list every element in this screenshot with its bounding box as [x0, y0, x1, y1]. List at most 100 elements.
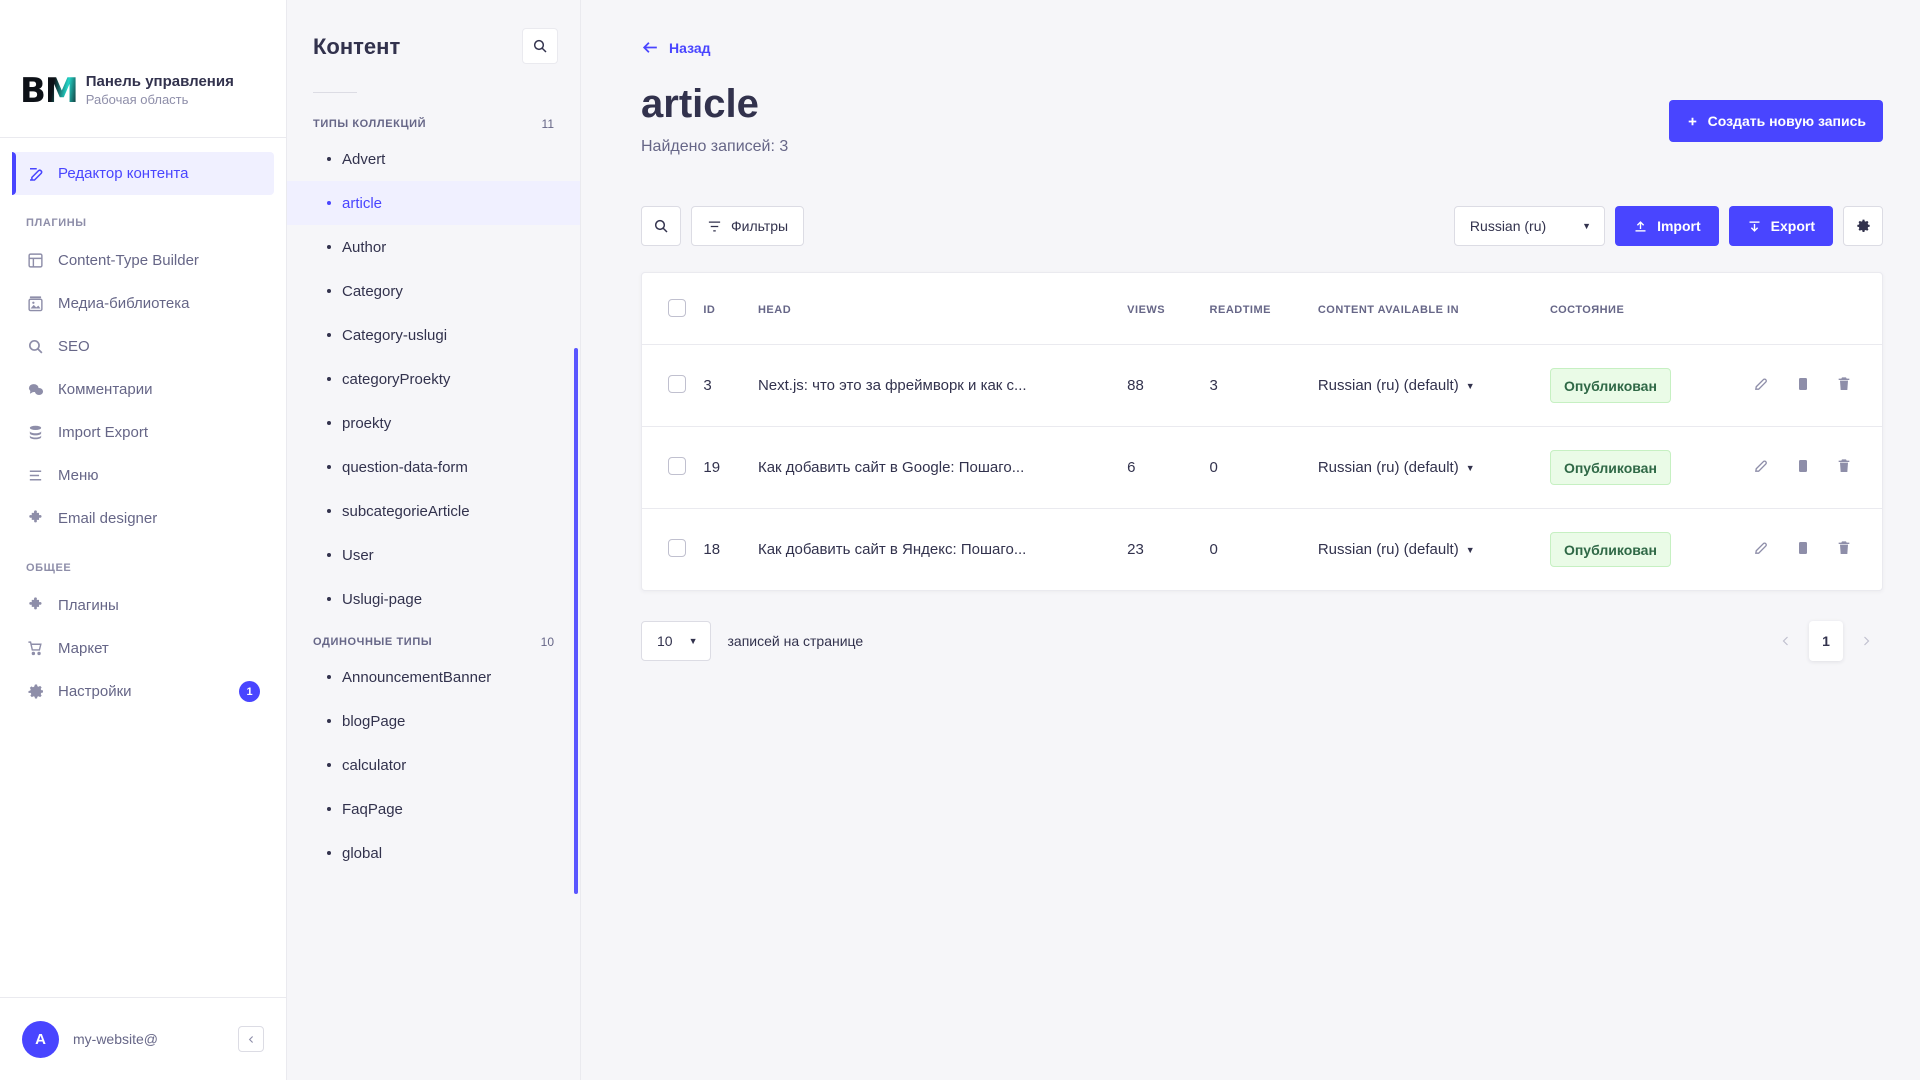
avatar: A [22, 1020, 59, 1058]
row-action-group [1753, 375, 1852, 392]
page-number-1[interactable]: 1 [1809, 621, 1843, 661]
filters-button[interactable]: Фильтры [691, 206, 805, 246]
edit-icon[interactable] [1753, 457, 1770, 474]
toolbar-right-group: Russian (ru) ▼ Import Export [1453, 206, 1883, 246]
brand-header[interactable]: BM Панель управления Рабочая область [0, 0, 286, 138]
collection-item-proekty[interactable]: proekty [287, 401, 580, 445]
delete-icon[interactable] [1836, 540, 1852, 556]
create-new-entry-button[interactable]: Создать новую запись [1668, 100, 1883, 142]
sidebar-item-content-type-builder[interactable]: Content-Type Builder [12, 239, 274, 282]
sidebar-item-label: Import Export [58, 424, 149, 441]
single-item-faqpage[interactable]: FaqPage [287, 787, 580, 831]
duplicate-icon[interactable] [1795, 458, 1811, 474]
back-link[interactable]: Назад [618, 0, 711, 57]
single-item-label: calculator [342, 756, 407, 774]
sidebar-item-seo[interactable]: SEO [12, 325, 274, 368]
import-button[interactable]: Import [1615, 206, 1719, 246]
cell-head: Как добавить сайт в Яндекс: Пошаго... [758, 509, 1127, 591]
cell-actions [1753, 344, 1882, 427]
collection-item-label: question-data-form [342, 458, 468, 476]
collection-item-label: article [342, 194, 383, 212]
plus-icon [1686, 115, 1699, 128]
column-header-readtime[interactable]: READTIME [1209, 273, 1318, 345]
back-label: Назад [669, 39, 711, 56]
search-button[interactable] [641, 206, 681, 246]
head-text: Как добавить сайт в Google: Пошаго... [757, 459, 1025, 476]
sidebar-item-settings[interactable]: Настройки 1 [12, 670, 274, 713]
available-locales-dropdown[interactable]: Russian (ru) (default) ▼ [1318, 377, 1475, 394]
column-header-id[interactable]: ID [703, 273, 758, 345]
single-item-label: blogPage [342, 712, 406, 730]
single-item-announcementbanner[interactable]: AnnouncementBanner [287, 655, 580, 699]
table-row[interactable]: 18 Как добавить сайт в Яндекс: Пошаго...… [642, 509, 1882, 591]
available-locales-value: Russian (ru) (default) [1317, 541, 1459, 558]
collection-item-user[interactable]: User [287, 533, 580, 577]
duplicate-icon[interactable] [1795, 540, 1811, 556]
cell-views: 88 [1127, 344, 1210, 427]
chevron-down-icon: ▼ [1582, 221, 1592, 231]
sidebar-item-content-editor[interactable]: Редактор контента [12, 152, 274, 195]
arrow-left-icon [641, 38, 660, 57]
row-checkbox[interactable] [668, 374, 686, 393]
table-settings-button[interactable] [1843, 206, 1883, 246]
user-name: my-website@ [73, 1031, 159, 1047]
collection-item-category[interactable]: Category [287, 269, 580, 313]
table-row[interactable]: 19 Как добавить сайт в Google: Пошаго...… [642, 426, 1882, 509]
select-all-checkbox[interactable] [668, 299, 686, 317]
locale-select[interactable]: Russian (ru) ▼ [1453, 206, 1606, 246]
bullet-icon [327, 157, 331, 161]
collection-item-advert[interactable]: Advert [287, 137, 580, 181]
export-button[interactable]: Export [1728, 206, 1833, 246]
sidebar-item-plugins[interactable]: Плагины [12, 584, 274, 627]
column-header-views[interactable]: VIEWS [1127, 273, 1210, 345]
sidebar-item-import-export[interactable]: Import Export [12, 411, 274, 454]
row-checkbox[interactable] [668, 456, 686, 475]
single-item-global[interactable]: global [287, 831, 580, 875]
delete-icon[interactable] [1836, 376, 1852, 392]
page-size-select[interactable]: 10 ▼ [641, 621, 711, 661]
collection-item-label: Advert [342, 150, 386, 168]
edit-icon[interactable] [1753, 539, 1770, 556]
cell-views: 23 [1127, 541, 1144, 558]
bullet-icon [327, 851, 331, 855]
bullet-icon [327, 719, 331, 723]
edit-icon[interactable] [1753, 375, 1770, 392]
collection-item-article[interactable]: article [287, 181, 580, 225]
sidebar-item-media-library[interactable]: Медиа-библиотека [12, 282, 274, 325]
row-checkbox[interactable] [668, 538, 686, 557]
bullet-icon [327, 245, 331, 249]
filter-icon [707, 219, 722, 234]
single-item-calculator[interactable]: calculator [287, 743, 580, 787]
collection-item-uslugi-page[interactable]: Uslugi-page [287, 577, 580, 621]
collection-item-author[interactable]: Author [287, 225, 580, 269]
collection-item-category-uslugi[interactable]: Category-uslugi [287, 313, 580, 357]
scrollbar-thumb[interactable] [574, 348, 578, 894]
cell-available-in: Russian (ru) (default) ▼ [1317, 426, 1550, 509]
column-header-head[interactable]: HEAD [757, 273, 1128, 345]
column-header-content-available-in[interactable]: CONTENT AVAILABLE IN [1317, 273, 1550, 345]
sidebar-item-label: Email designer [58, 510, 158, 527]
available-locales-dropdown[interactable]: Russian (ru) (default) ▼ [1318, 459, 1475, 476]
collection-item-label: User [342, 546, 374, 564]
sidebar-item-menu[interactable]: Меню [12, 454, 274, 497]
content-search-button[interactable] [522, 28, 558, 64]
collection-item-question-data-form[interactable]: question-data-form [287, 445, 580, 489]
sidebar-item-label: Плагины [58, 597, 119, 614]
next-page-button[interactable] [1849, 624, 1883, 658]
collection-item-categoryproekty[interactable]: categoryProekty [287, 357, 580, 401]
sidebar-item-comments[interactable]: Комментарии [12, 368, 274, 411]
sidebar-item-email-designer[interactable]: Email designer [12, 497, 274, 540]
column-header-state[interactable]: СОСТОЯНИЕ [1549, 273, 1753, 345]
available-locales-dropdown[interactable]: Russian (ru) (default) ▼ [1318, 541, 1475, 558]
sidebar-collapse-button[interactable] [238, 1026, 264, 1052]
collection-item-subcategoriearticle[interactable]: subcategorieArticle [287, 489, 580, 533]
previous-page-button[interactable] [1769, 624, 1803, 658]
sidebar-item-marketplace[interactable]: Маркет [12, 627, 274, 670]
user-account-bar[interactable]: A my-website@ [0, 997, 286, 1080]
duplicate-icon[interactable] [1795, 376, 1811, 392]
settings-badge: 1 [239, 681, 260, 702]
cell-actions [1753, 426, 1882, 509]
table-row[interactable]: 3 Next.js: что это за фреймворк и как с.… [642, 344, 1882, 427]
delete-icon[interactable] [1836, 458, 1852, 474]
single-item-blogpage[interactable]: blogPage [287, 699, 580, 743]
